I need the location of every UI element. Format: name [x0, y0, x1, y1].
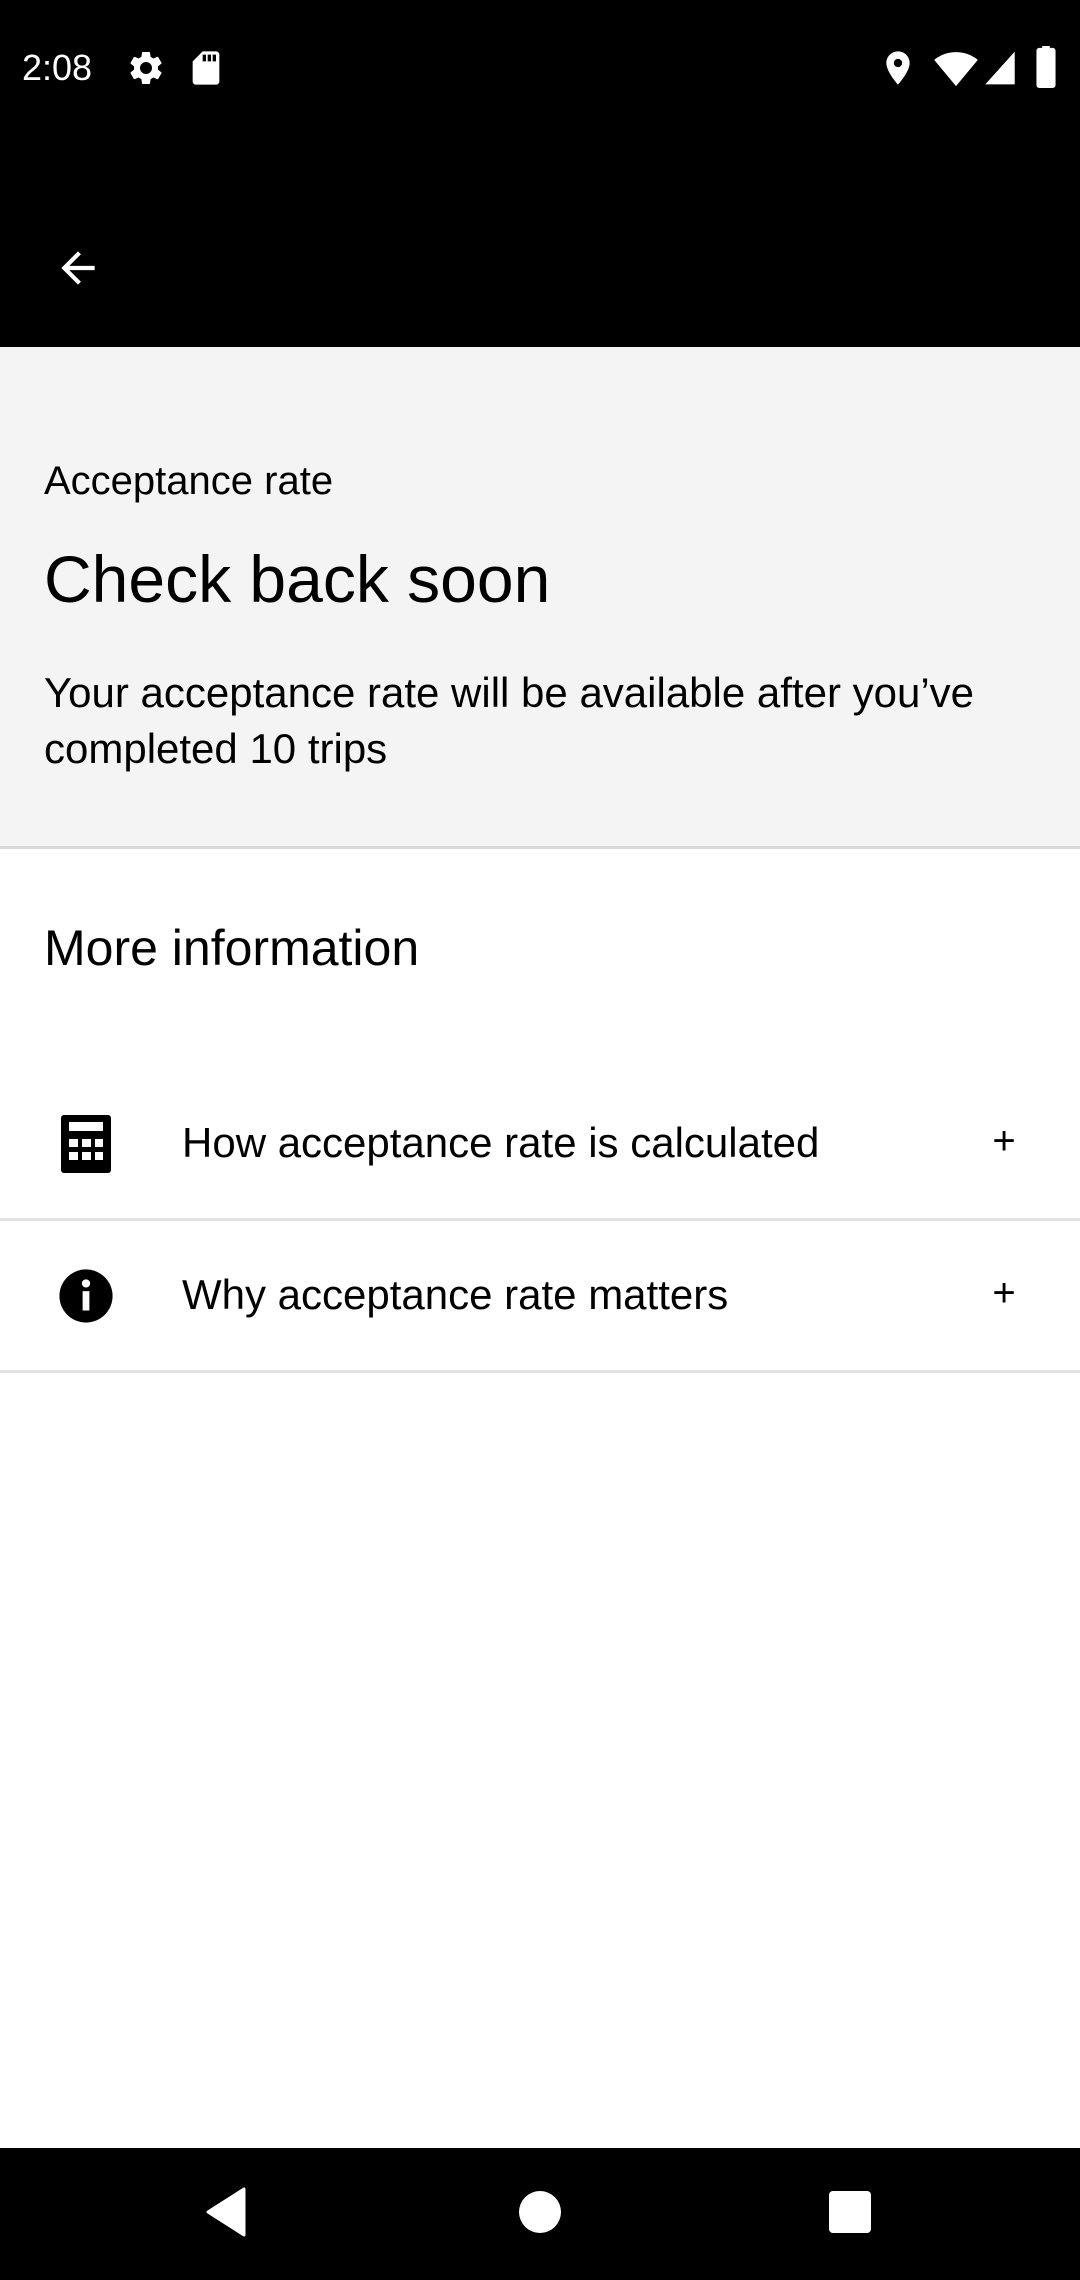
accordion-label: Why acceptance rate matters	[182, 1271, 729, 1318]
acceptance-rate-summary: Acceptance rate Check back soon Your acc…	[0, 347, 1080, 849]
nav-recents-icon	[828, 2190, 872, 2239]
nav-back-button[interactable]	[176, 2168, 276, 2260]
summary-headline: Check back soon	[44, 542, 551, 616]
accordion-label: How acceptance rate is calculated	[182, 1119, 820, 1166]
nav-home-button[interactable]	[490, 2168, 590, 2260]
status-bar: 2:08	[0, 0, 1080, 136]
accordion-how-calculated[interactable]: How acceptance rate is calculated +	[0, 1069, 1080, 1221]
info-icon	[55, 1265, 117, 1327]
sd-card-icon	[188, 48, 224, 93]
battery-icon	[1034, 46, 1058, 93]
nav-home-icon	[518, 2190, 562, 2239]
app-bar	[0, 136, 1080, 347]
more-information-title: More information	[44, 920, 420, 976]
summary-eyebrow: Acceptance rate	[44, 459, 334, 503]
calculator-icon	[55, 1113, 117, 1175]
settings-icon	[126, 48, 166, 93]
nav-recents-button[interactable]	[800, 2168, 900, 2260]
arrow-back-icon	[53, 243, 103, 298]
expand-plus-icon[interactable]: +	[980, 1109, 1028, 1173]
back-button[interactable]	[40, 232, 116, 308]
status-time: 2:08	[22, 47, 93, 88]
location-icon	[878, 48, 918, 93]
signal-icon	[982, 48, 1018, 93]
expand-plus-icon[interactable]: +	[980, 1261, 1028, 1325]
system-nav-bar	[0, 2148, 1080, 2280]
nav-back-icon	[204, 2187, 248, 2242]
accordion-why-matters[interactable]: Why acceptance rate matters +	[0, 1221, 1080, 1373]
summary-description: Your acceptance rate will be available a…	[44, 669, 975, 772]
wifi-icon	[934, 48, 978, 93]
